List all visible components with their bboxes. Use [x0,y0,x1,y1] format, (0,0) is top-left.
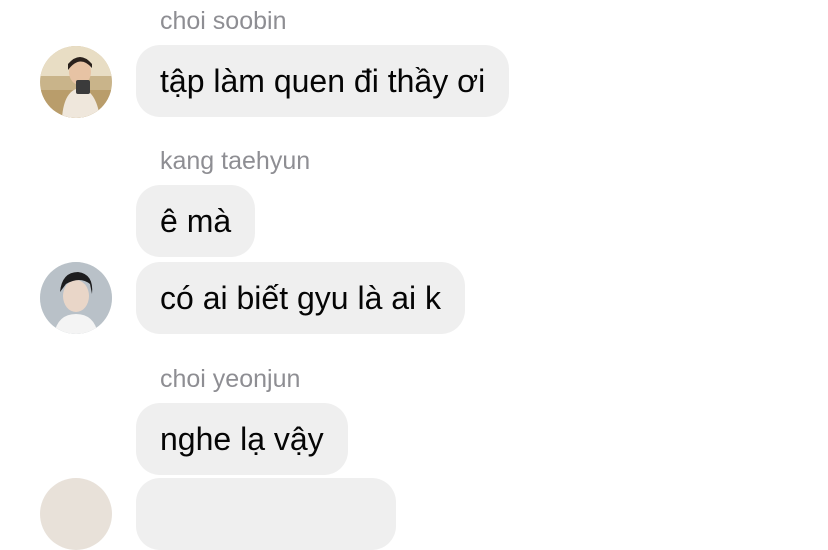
message-bubble[interactable]: tập làm quen đi thầy ơi [136,45,510,117]
sender-name: choi soobin [160,7,287,35]
avatar[interactable] [40,46,112,118]
sender-name: kang taehyun [160,147,311,175]
avatar[interactable] [40,262,112,334]
message-bubble[interactable]: ê mà [136,185,256,257]
avatar[interactable] [40,478,112,550]
message-bubble[interactable]: nghe lạ vậy [136,403,348,475]
message-bubble[interactable] [136,478,396,550]
message-bubble[interactable]: có ai biết gyu là ai k [136,262,466,334]
sender-name: choi yeonjun [160,365,301,393]
